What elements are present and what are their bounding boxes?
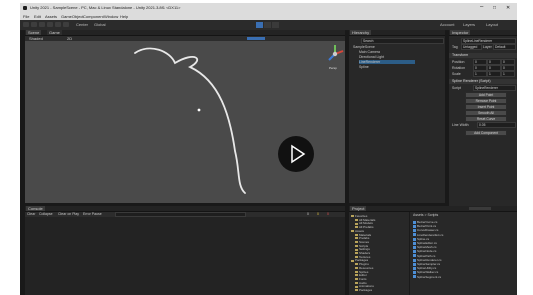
position-label: Position bbox=[452, 60, 465, 64]
hierarchy-item[interactable]: Spline bbox=[359, 65, 369, 69]
gizmo-persp-label: Persp bbox=[329, 66, 337, 70]
spline-curve bbox=[134, 47, 246, 194]
tag-dropdown[interactable]: Untagged bbox=[461, 44, 482, 50]
folder-icon bbox=[351, 230, 354, 232]
menu-component[interactable]: Component bbox=[83, 14, 104, 19]
console-error-pause-toggle[interactable]: Error Pause bbox=[83, 212, 102, 216]
menu-gameobject[interactable]: GameObject bbox=[61, 14, 83, 19]
script-label: Script bbox=[452, 86, 461, 90]
project-breadcrumb[interactable]: Assets > Scripts bbox=[413, 213, 438, 217]
gizmos-toggle[interactable] bbox=[247, 37, 265, 40]
tab-game[interactable]: Game bbox=[47, 30, 62, 35]
project-toolbar-controls[interactable] bbox=[469, 207, 491, 210]
tag-label: Tag bbox=[452, 45, 458, 49]
project-folder-tree: Favorites All Materials All Models All Pref… bbox=[351, 214, 407, 294]
pause-button[interactable] bbox=[264, 22, 271, 28]
hierarchy-item[interactable]: Directional Light bbox=[359, 55, 384, 59]
selected-object-dot bbox=[197, 108, 201, 112]
tab-project[interactable]: Project bbox=[350, 206, 367, 211]
scale-tool-icon[interactable] bbox=[47, 22, 53, 27]
project-file-label: SplineSegment.cs bbox=[417, 274, 442, 279]
add-component-button[interactable]: Add Component bbox=[465, 130, 507, 136]
script-field[interactable]: SplineRenderer bbox=[473, 85, 516, 91]
folder-icon bbox=[355, 289, 358, 292]
pivot-toggle[interactable]: Center bbox=[76, 22, 88, 27]
account-dropdown[interactable]: Account bbox=[440, 22, 454, 27]
folder-icon bbox=[351, 259, 354, 262]
tab-inspector[interactable]: Inspector bbox=[450, 30, 471, 35]
folder-icon bbox=[351, 215, 354, 218]
console-clear-on-play-toggle[interactable]: Clear on Play bbox=[58, 212, 79, 216]
scale-z-field[interactable]: 1 bbox=[501, 71, 515, 77]
layout-dropdown[interactable]: Layout bbox=[486, 22, 498, 27]
video-play-overlay[interactable] bbox=[278, 136, 314, 172]
tab-console[interactable]: Console bbox=[26, 206, 45, 211]
line-width-field[interactable]: 0.05 bbox=[477, 122, 516, 128]
console-collapse-toggle[interactable]: Collapse bbox=[39, 212, 53, 216]
scene-gizmo-icon[interactable] bbox=[325, 43, 345, 65]
window-title: Unity 2021 - SampleScene - PC, Mac & Lin… bbox=[30, 5, 181, 10]
title-bar: Unity 2021 - SampleScene - PC, Mac & Lin… bbox=[20, 3, 517, 13]
inspector-panel: SplineLineRenderer Tag Untagged Layer De… bbox=[449, 36, 517, 212]
layer-dropdown[interactable]: Default bbox=[493, 44, 516, 50]
rotation-label: Rotation bbox=[452, 66, 466, 70]
play-button[interactable] bbox=[256, 22, 263, 28]
scene-view[interactable]: Persp bbox=[25, 41, 345, 203]
tab-hierarchy[interactable]: Hierarchy bbox=[350, 30, 372, 35]
layer-label: Layer bbox=[483, 45, 492, 49]
transform-tool-icon[interactable] bbox=[63, 22, 69, 27]
step-button[interactable] bbox=[272, 22, 279, 28]
rect-tool-icon[interactable] bbox=[55, 22, 61, 27]
minimize-icon[interactable]: – bbox=[480, 4, 483, 10]
console-log-count[interactable]: 0 bbox=[307, 212, 309, 216]
hierarchy-panel: Search SampleScene Main Camera Direction… bbox=[349, 36, 445, 203]
unity-logo-icon bbox=[23, 6, 27, 10]
console-panel: Clear Collapse Clear on Play Error Pause… bbox=[25, 212, 345, 295]
line-width-label: Line Width bbox=[452, 123, 469, 127]
menu-bar: File Edit Assets GameObject Component Wi… bbox=[20, 13, 517, 20]
menu-window[interactable]: Window bbox=[104, 14, 118, 19]
hierarchy-item-scene[interactable]: SampleScene bbox=[353, 45, 375, 49]
hierarchy-item-selected[interactable]: LineRenderer bbox=[359, 60, 415, 64]
rotate-tool-icon[interactable] bbox=[39, 22, 45, 27]
maximize-icon[interactable]: □ bbox=[493, 5, 496, 11]
project-folder-item[interactable]: Packages bbox=[355, 288, 372, 292]
project-file-list: BezierCurve.cs BezierPoint.cs CurveDrawer.… bbox=[413, 220, 513, 294]
hand-tool-icon[interactable] bbox=[23, 22, 29, 27]
console-clear-button[interactable]: Clear bbox=[27, 212, 35, 216]
script-header[interactable]: Spline Renderer (Script) bbox=[449, 79, 517, 84]
hierarchy-item[interactable]: Main Camera bbox=[359, 50, 380, 54]
menu-help[interactable]: Help bbox=[120, 14, 128, 19]
transform-header[interactable]: Transform bbox=[449, 53, 517, 58]
project-panel: Favorites All Materials All Models All Pref… bbox=[349, 212, 517, 295]
scale-x-field[interactable]: 1 bbox=[473, 71, 487, 77]
console-search-input[interactable] bbox=[115, 212, 246, 217]
scale-y-field[interactable]: 1 bbox=[487, 71, 501, 77]
layers-dropdown[interactable]: Layers bbox=[463, 22, 475, 27]
console-warning-count[interactable]: 0 bbox=[317, 212, 319, 216]
play-icon bbox=[291, 144, 306, 164]
project-divider bbox=[409, 212, 410, 295]
scale-label: Scale bbox=[452, 72, 461, 76]
project-file-item[interactable]: SplineSegment.cs bbox=[413, 275, 441, 279]
csharp-script-icon bbox=[413, 275, 416, 279]
space-toggle[interactable]: Global bbox=[94, 22, 106, 27]
menu-file[interactable]: File bbox=[23, 14, 29, 19]
unity-editor-window: Unity 2021 - SampleScene - PC, Mac & Lin… bbox=[20, 3, 517, 295]
menu-assets[interactable]: Assets bbox=[45, 14, 57, 19]
tab-scene[interactable]: Scene bbox=[26, 30, 42, 35]
move-tool-icon[interactable] bbox=[31, 22, 37, 27]
hierarchy-search-input[interactable]: Search bbox=[361, 38, 444, 44]
menu-edit[interactable]: Edit bbox=[34, 14, 41, 19]
close-icon[interactable]: ✕ bbox=[506, 5, 510, 11]
console-error-count[interactable]: 0 bbox=[327, 212, 329, 216]
project-folder-label: Packages bbox=[359, 288, 373, 292]
